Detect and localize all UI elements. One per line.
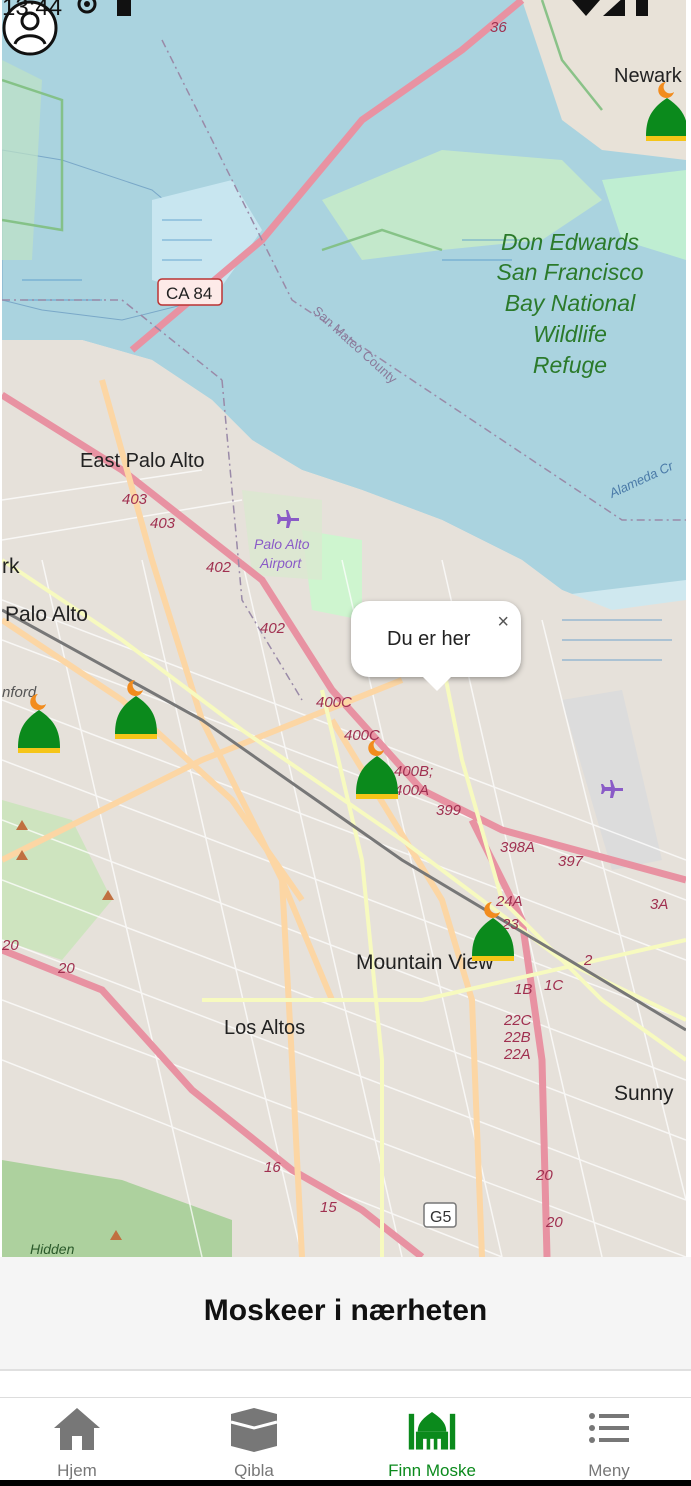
nav-label-menu: Meny: [588, 1461, 630, 1480]
mosque-marker[interactable]: [352, 736, 402, 800]
svg-text:Bay National: Bay National: [505, 290, 636, 316]
map-view[interactable]: Newark Don Edwards San Francisco Bay Nat…: [2, 0, 686, 1257]
kaaba-icon: [230, 1408, 278, 1452]
svg-text:402: 402: [206, 559, 232, 576]
svg-text:403: 403: [150, 515, 176, 532]
nav-item-menu[interactable]: Meny: [523, 1398, 691, 1481]
svg-text:402: 402: [260, 620, 286, 637]
svg-text:398A: 398A: [500, 839, 535, 856]
svg-text:20: 20: [2, 937, 19, 954]
svg-text:403: 403: [122, 491, 148, 508]
svg-text:Palo Alto: Palo Alto: [254, 536, 310, 552]
svg-text:Hidden: Hidden: [30, 1241, 75, 1257]
mosque-marker[interactable]: [111, 676, 161, 740]
section-title: Moskeer i nærheten: [203, 1294, 488, 1327]
svg-text:400C: 400C: [316, 694, 352, 711]
signal-icon: [603, 0, 625, 16]
map-tiles: Newark Don Edwards San Francisco Bay Nat…: [2, 0, 686, 1257]
svg-text:Refuge: Refuge: [533, 352, 607, 378]
status-bar: 13:44: [0, 0, 691, 22]
nav-label-find-mosque: Finn Moske: [388, 1461, 476, 1480]
svg-text:22B: 22B: [503, 1029, 531, 1046]
svg-text:397: 397: [558, 853, 584, 870]
svg-text:Airport: Airport: [259, 555, 302, 571]
menu-list-icon: [589, 1413, 629, 1443]
svg-text:Los Altos: Los Altos: [224, 1017, 305, 1039]
nav-item-find-mosque[interactable]: Finn Moske: [346, 1398, 518, 1481]
svg-text:San Francisco: San Francisco: [496, 259, 643, 285]
svg-text:2: 2: [583, 952, 593, 969]
svg-text:rk: rk: [2, 555, 20, 578]
battery-icon: [636, 0, 648, 16]
nav-label-qibla: Qibla: [234, 1461, 274, 1480]
system-nav-edge: [0, 1480, 691, 1486]
svg-text:20: 20: [57, 960, 75, 977]
svg-text:Don Edwards: Don Edwards: [501, 229, 640, 255]
svg-text:20: 20: [535, 1167, 553, 1184]
mosque-marker[interactable]: [468, 898, 518, 962]
nearby-mosques-panel: Moskeer i nærheten: [0, 1257, 691, 1371]
svg-text:22C: 22C: [503, 1012, 532, 1029]
status-time: 13:44: [2, 0, 63, 21]
location-popup: Du er her ×: [351, 601, 521, 691]
home-icon: [54, 1408, 100, 1450]
svg-text:399: 399: [436, 802, 462, 819]
svg-text:20: 20: [545, 1214, 563, 1231]
mosque-marker[interactable]: [14, 690, 64, 754]
bottom-nav: Hjem Qibla Finn Moske Meny: [0, 1397, 691, 1481]
svg-text:East Palo Alto: East Palo Alto: [80, 450, 205, 472]
sd-card-icon: [117, 0, 131, 16]
svg-text:1C: 1C: [544, 977, 563, 994]
nav-item-home[interactable]: Hjem: [0, 1398, 163, 1481]
settings-icon: [77, 0, 97, 14]
nav-label-home: Hjem: [57, 1461, 97, 1480]
popup-close-button[interactable]: ×: [497, 611, 509, 634]
svg-text:3A: 3A: [650, 896, 668, 913]
mosque-icon: [408, 1412, 456, 1450]
svg-text:1B: 1B: [514, 981, 532, 998]
svg-text:16: 16: [264, 1159, 281, 1176]
svg-text:Palo Alto: Palo Alto: [5, 603, 88, 626]
mosque-marker[interactable]: [642, 78, 686, 142]
popup-text: Du er her: [387, 628, 471, 650]
svg-text:15: 15: [320, 1199, 337, 1216]
svg-text:G5: G5: [430, 1209, 451, 1226]
nav-item-qibla[interactable]: Qibla: [168, 1398, 340, 1481]
svg-text:CA 84: CA 84: [166, 284, 212, 303]
svg-text:Sunny: Sunny: [614, 1082, 674, 1105]
svg-text:Wildlife: Wildlife: [533, 321, 607, 347]
svg-text:22A: 22A: [503, 1046, 531, 1063]
wifi-icon: [572, 0, 600, 16]
